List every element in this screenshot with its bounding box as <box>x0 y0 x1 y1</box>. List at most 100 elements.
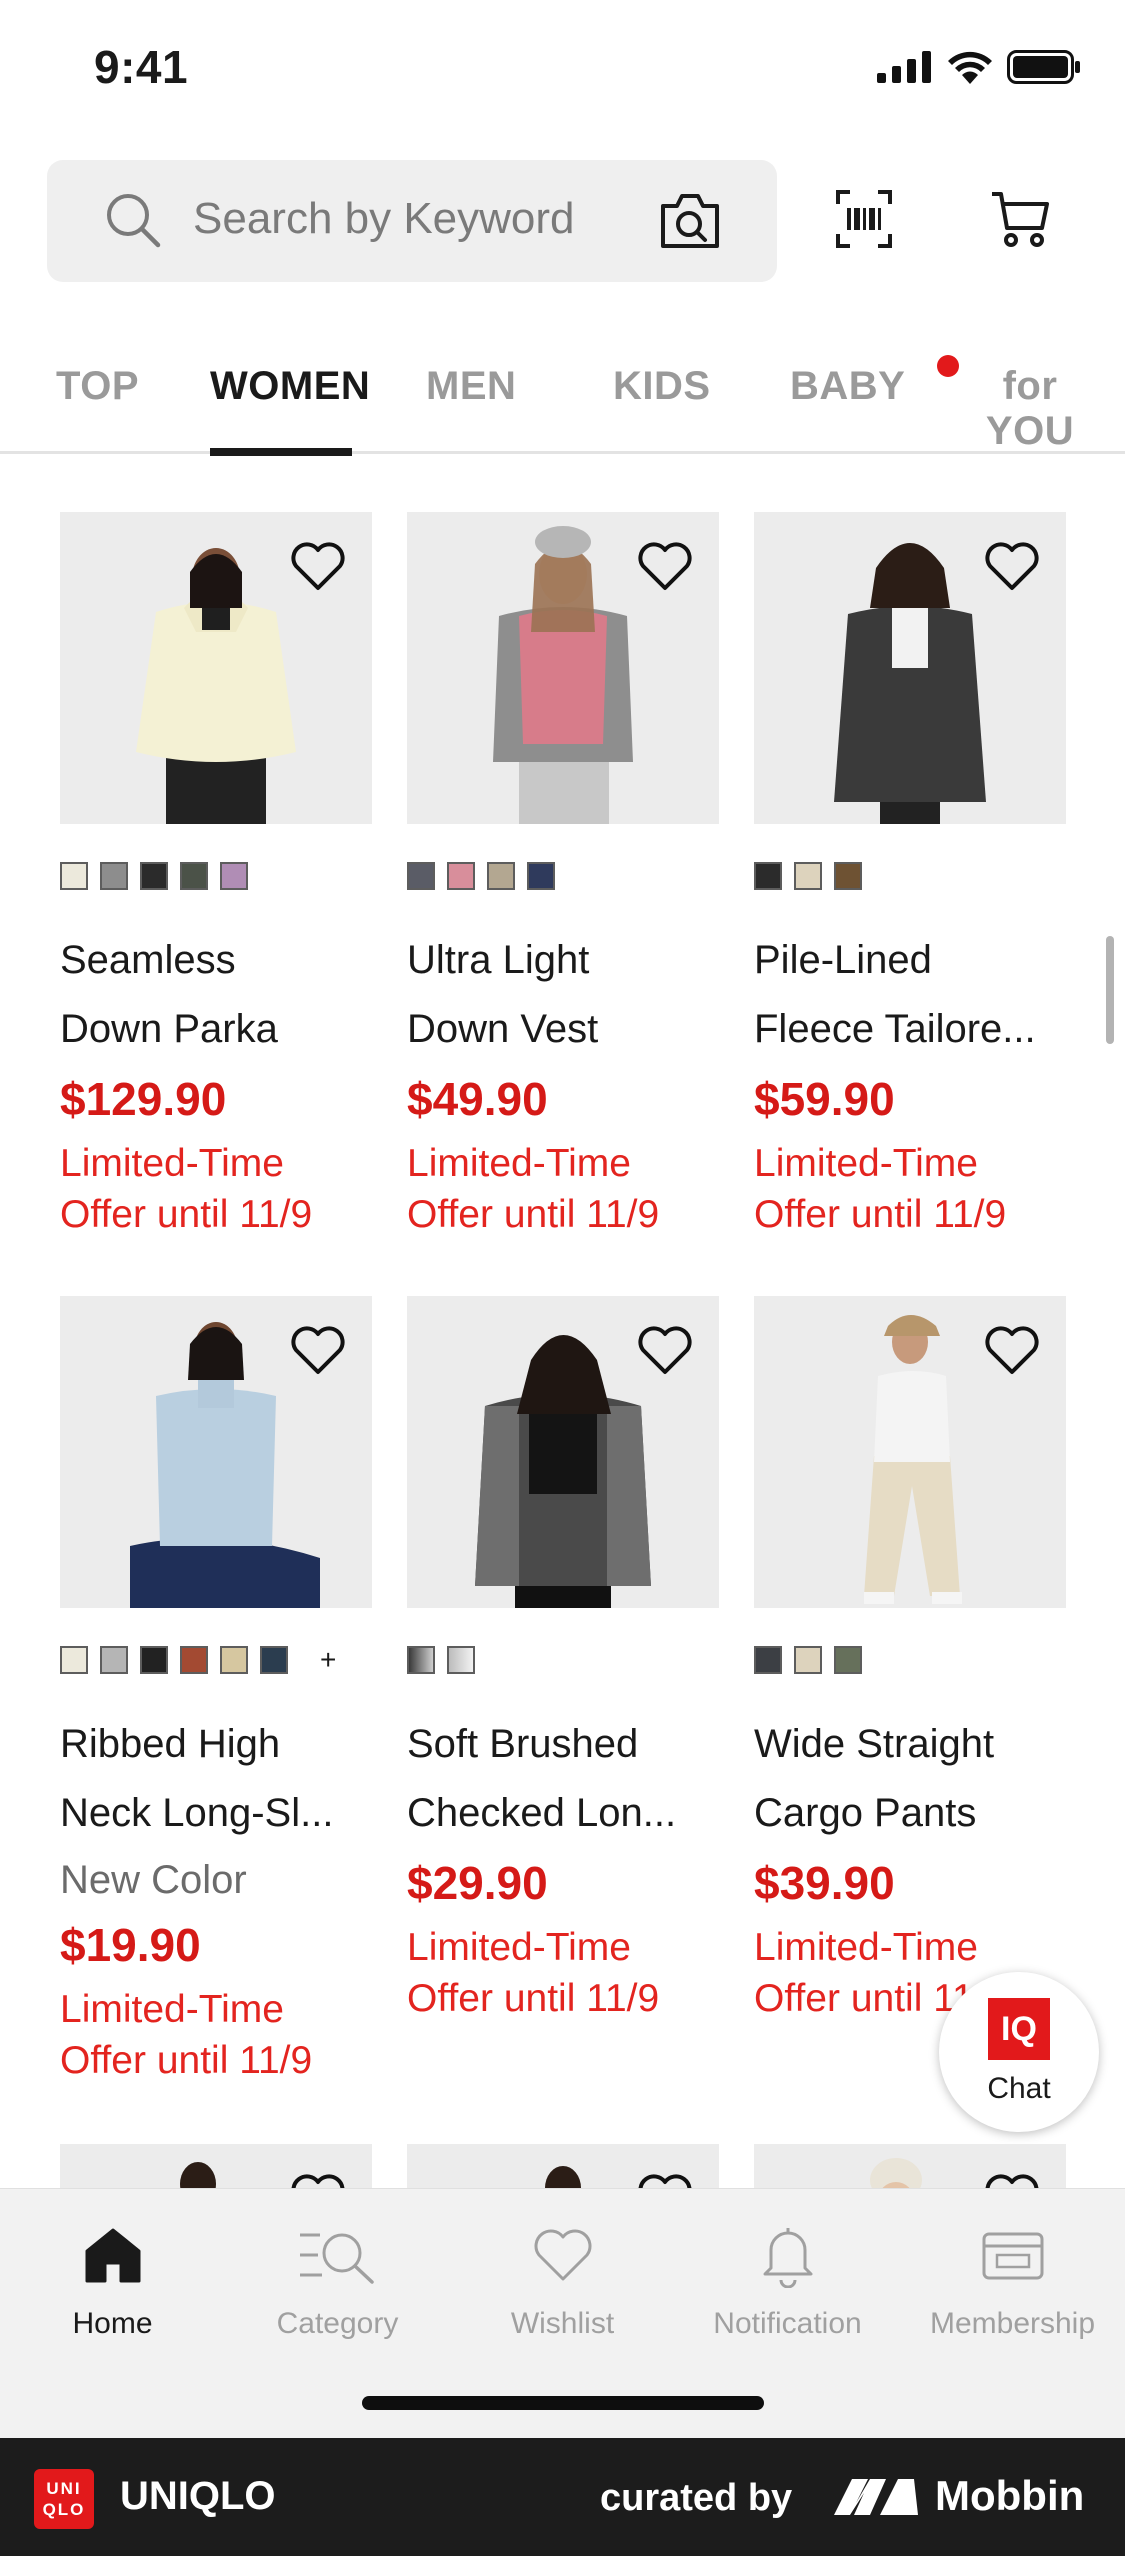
product-photo[interactable] <box>407 1296 719 1608</box>
product-card[interactable]: Seamless Down Parka $129.90 Limited-Time… <box>60 512 372 1240</box>
wishlist-heart-icon[interactable] <box>637 542 693 592</box>
cart-icon[interactable] <box>990 190 1050 248</box>
product-name-line1[interactable]: Pile-Lined <box>754 926 1066 995</box>
product-card[interactable]: Soft Brushed Checked Lon... $29.90 Limit… <box>407 1296 719 2024</box>
color-swatch[interactable] <box>140 1646 168 1674</box>
nav-home-label: Home <box>72 2307 153 2340</box>
product-photo[interactable] <box>754 512 1066 824</box>
product-card[interactable]: + Ribbed High Neck Long-Sl... New Color … <box>60 1296 372 2086</box>
product-photo[interactable] <box>60 2144 372 2190</box>
tab-for-you[interactable]: for YOU <box>961 364 1099 453</box>
product-photo[interactable] <box>60 512 372 824</box>
color-swatches <box>754 862 1066 890</box>
wishlist-heart-icon[interactable] <box>984 1326 1040 1376</box>
product-name-line1[interactable]: Wide Straight <box>754 1710 1066 1779</box>
product-name-line2[interactable]: Cargo Pants <box>754 1779 1066 1848</box>
offer-line1: Limited-Time <box>754 1926 978 1969</box>
wishlist-heart-icon[interactable] <box>290 542 346 592</box>
tab-women[interactable]: WOMEN <box>210 364 370 456</box>
product-card[interactable]: Ultra Light Down Vest $49.90 Limited-Tim… <box>407 512 719 1240</box>
color-swatch[interactable] <box>447 1646 475 1674</box>
more-colors[interactable]: + <box>320 1646 336 1674</box>
product-price: $29.90 <box>407 1857 548 1909</box>
chat-label: Chat <box>987 2072 1051 2105</box>
color-swatch[interactable] <box>140 862 168 890</box>
color-swatch[interactable] <box>527 862 555 890</box>
color-swatch[interactable] <box>834 1646 862 1674</box>
product-name-line2[interactable]: Down Parka <box>60 995 372 1064</box>
wishlist-heart-icon[interactable] <box>637 1326 693 1376</box>
product-name-line2[interactable]: Checked Lon... <box>407 1779 719 1848</box>
product-photo[interactable] <box>754 1296 1066 1608</box>
color-swatches <box>754 1646 1066 1674</box>
color-swatches <box>60 862 372 890</box>
logo-line1: UNI <box>46 2479 82 2498</box>
offer-line1: Limited-Time <box>60 1142 284 1185</box>
header: Search by Keyword <box>0 160 1125 282</box>
nav-home[interactable]: Home <box>0 2219 225 2341</box>
color-swatch[interactable] <box>180 862 208 890</box>
tab-baby[interactable]: BABY <box>790 364 905 444</box>
search-placeholder[interactable]: Search by Keyword <box>193 194 575 244</box>
nav-membership-label: Membership <box>929 2307 1096 2340</box>
color-swatch[interactable] <box>100 1646 128 1674</box>
product-name-line1[interactable]: Ultra Light <box>407 926 719 995</box>
product-name-line1[interactable]: Soft Brushed <box>407 1710 719 1779</box>
scrollbar[interactable] <box>1106 936 1114 1044</box>
product-name-line1[interactable]: Seamless <box>60 926 372 995</box>
product-name-line2[interactable]: Fleece Tailore... <box>754 995 1066 1064</box>
barcode-scan-icon[interactable] <box>836 190 892 248</box>
nav-wishlist[interactable]: Wishlist <box>450 2219 675 2341</box>
search-icon <box>107 194 161 248</box>
color-swatch[interactable] <box>220 1646 248 1674</box>
heart-icon <box>534 2229 591 2281</box>
product-photo[interactable] <box>407 2144 719 2190</box>
product-card[interactable] <box>407 2144 719 2190</box>
bell-icon <box>763 2228 812 2288</box>
wishlist-heart-icon[interactable] <box>290 1326 346 1376</box>
color-swatch[interactable] <box>754 862 782 890</box>
nav-wishlist-label: Wishlist <box>510 2307 615 2340</box>
product-name-line1[interactable]: Ribbed High <box>60 1710 372 1779</box>
color-swatches: + <box>60 1646 372 1674</box>
camera-search-icon[interactable] <box>659 188 721 252</box>
product-name-line2[interactable]: Down Vest <box>407 995 719 1064</box>
nav-category[interactable]: Category <box>225 2219 450 2341</box>
color-swatch[interactable] <box>447 862 475 890</box>
product-photo[interactable] <box>60 1296 372 1608</box>
color-swatch[interactable] <box>100 862 128 890</box>
product-photo[interactable] <box>407 512 719 824</box>
tab-kids[interactable]: KIDS <box>613 364 710 444</box>
product-price: $129.90 <box>60 1073 227 1125</box>
product-name-line2[interactable]: Neck Long-Sl... <box>60 1779 372 1848</box>
color-swatch[interactable] <box>407 1646 435 1674</box>
color-swatch[interactable] <box>487 862 515 890</box>
home-icon <box>85 2228 140 2283</box>
wishlist-heart-icon[interactable] <box>984 542 1040 592</box>
product-card[interactable]: Pile-Lined Fleece Tailore... $59.90 Limi… <box>754 512 1066 1240</box>
product-card[interactable]: Wide Straight Cargo Pants $39.90 Limited… <box>754 1296 1066 2024</box>
tab-men[interactable]: MEN <box>426 364 516 444</box>
color-swatch[interactable] <box>407 862 435 890</box>
color-swatch[interactable] <box>220 862 248 890</box>
nav-notification[interactable]: Notification <box>675 2219 900 2341</box>
product-photo[interactable] <box>754 2144 1066 2190</box>
color-swatch[interactable] <box>180 1646 208 1674</box>
offer-line2: Offer until 11/9 <box>407 1193 660 1236</box>
color-swatch[interactable] <box>794 862 822 890</box>
search-bar[interactable]: Search by Keyword <box>47 160 777 282</box>
color-swatch[interactable] <box>60 1646 88 1674</box>
tab-top[interactable]: TOP <box>56 364 139 444</box>
color-swatch[interactable] <box>260 1646 288 1674</box>
curated-by-text: curated by <box>600 2477 793 2519</box>
color-swatch[interactable] <box>834 862 862 890</box>
color-swatch[interactable] <box>794 1646 822 1674</box>
color-swatch[interactable] <box>754 1646 782 1674</box>
product-card[interactable] <box>60 2144 372 2190</box>
chat-button[interactable]: IQ Chat <box>939 1972 1099 2132</box>
nav-membership[interactable]: Membership <box>900 2219 1125 2341</box>
wifi-icon <box>948 51 992 84</box>
offer-line2: Offer until 11/9 <box>407 1977 660 2020</box>
color-swatch[interactable] <box>60 862 88 890</box>
product-card[interactable] <box>754 2144 1066 2190</box>
